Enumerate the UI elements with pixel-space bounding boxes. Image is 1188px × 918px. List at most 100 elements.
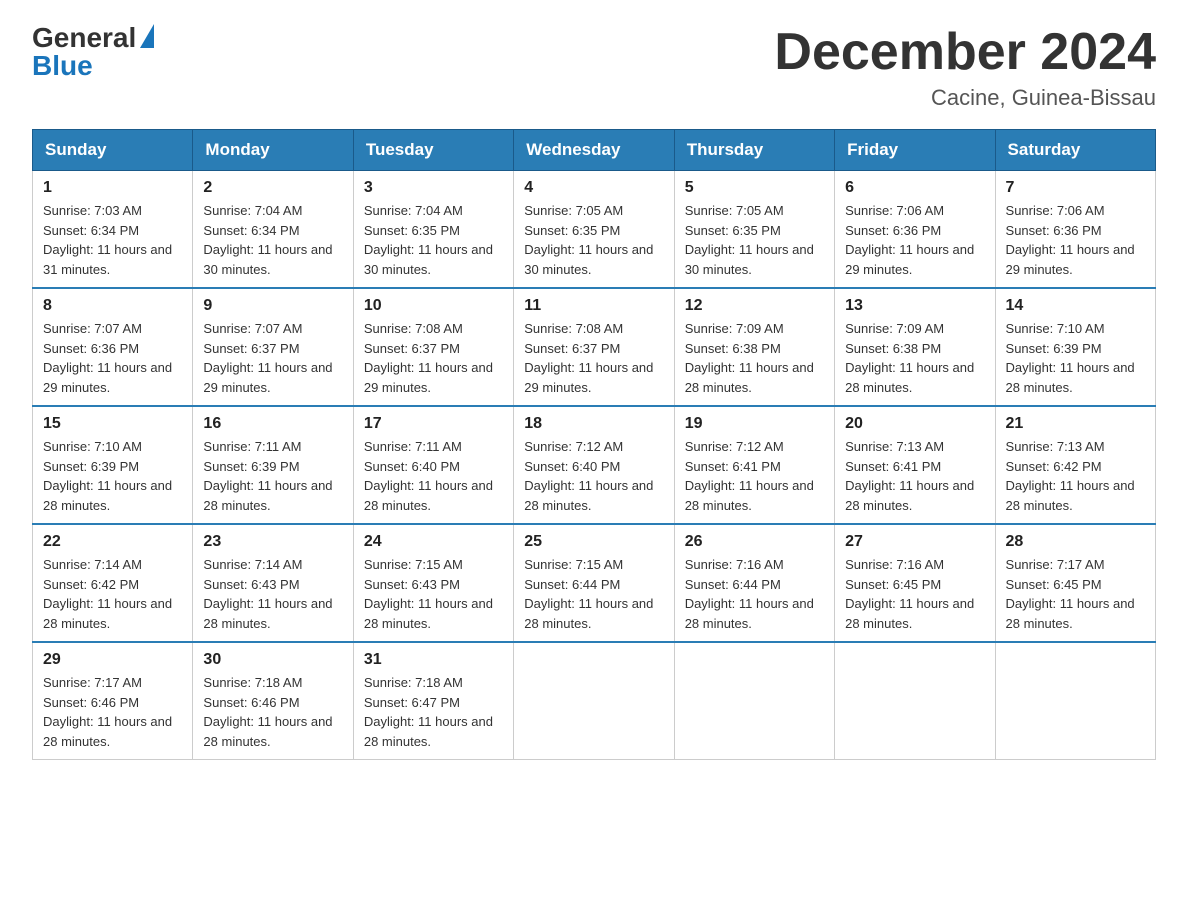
main-title: December 2024	[774, 24, 1156, 81]
day-number: 24	[364, 533, 503, 551]
day-info: Sunrise: 7:15 AM Sunset: 6:43 PM Dayligh…	[364, 555, 503, 633]
day-info: Sunrise: 7:12 AM Sunset: 6:40 PM Dayligh…	[524, 437, 663, 515]
day-number: 27	[845, 533, 984, 551]
day-info: Sunrise: 7:18 AM Sunset: 6:46 PM Dayligh…	[203, 673, 342, 751]
table-row: 11 Sunrise: 7:08 AM Sunset: 6:37 PM Dayl…	[514, 288, 674, 406]
day-info: Sunrise: 7:06 AM Sunset: 6:36 PM Dayligh…	[845, 201, 984, 279]
table-row: 14 Sunrise: 7:10 AM Sunset: 6:39 PM Dayl…	[995, 288, 1155, 406]
table-row: 15 Sunrise: 7:10 AM Sunset: 6:39 PM Dayl…	[33, 406, 193, 524]
day-number: 15	[43, 415, 182, 433]
table-row: 21 Sunrise: 7:13 AM Sunset: 6:42 PM Dayl…	[995, 406, 1155, 524]
table-row: 26 Sunrise: 7:16 AM Sunset: 6:44 PM Dayl…	[674, 524, 834, 642]
day-number: 2	[203, 179, 342, 197]
day-info: Sunrise: 7:10 AM Sunset: 6:39 PM Dayligh…	[43, 437, 182, 515]
col-sunday: Sunday	[33, 130, 193, 171]
day-number: 25	[524, 533, 663, 551]
table-row: 27 Sunrise: 7:16 AM Sunset: 6:45 PM Dayl…	[835, 524, 995, 642]
day-info: Sunrise: 7:11 AM Sunset: 6:40 PM Dayligh…	[364, 437, 503, 515]
day-info: Sunrise: 7:18 AM Sunset: 6:47 PM Dayligh…	[364, 673, 503, 751]
day-info: Sunrise: 7:14 AM Sunset: 6:43 PM Dayligh…	[203, 555, 342, 633]
table-row: 5 Sunrise: 7:05 AM Sunset: 6:35 PM Dayli…	[674, 171, 834, 289]
day-number: 30	[203, 651, 342, 669]
logo: General Blue	[32, 24, 154, 80]
day-info: Sunrise: 7:07 AM Sunset: 6:37 PM Dayligh…	[203, 319, 342, 397]
table-row: 13 Sunrise: 7:09 AM Sunset: 6:38 PM Dayl…	[835, 288, 995, 406]
table-row: 2 Sunrise: 7:04 AM Sunset: 6:34 PM Dayli…	[193, 171, 353, 289]
day-info: Sunrise: 7:04 AM Sunset: 6:35 PM Dayligh…	[364, 201, 503, 279]
day-number: 6	[845, 179, 984, 197]
day-number: 20	[845, 415, 984, 433]
col-friday: Friday	[835, 130, 995, 171]
day-number: 31	[364, 651, 503, 669]
col-wednesday: Wednesday	[514, 130, 674, 171]
day-number: 1	[43, 179, 182, 197]
table-row: 28 Sunrise: 7:17 AM Sunset: 6:45 PM Dayl…	[995, 524, 1155, 642]
day-number: 12	[685, 297, 824, 315]
title-block: December 2024 Cacine, Guinea-Bissau	[774, 24, 1156, 111]
day-number: 17	[364, 415, 503, 433]
day-info: Sunrise: 7:14 AM Sunset: 6:42 PM Dayligh…	[43, 555, 182, 633]
day-number: 9	[203, 297, 342, 315]
day-info: Sunrise: 7:12 AM Sunset: 6:41 PM Dayligh…	[685, 437, 824, 515]
page-header: General Blue December 2024 Cacine, Guine…	[32, 24, 1156, 111]
table-row: 20 Sunrise: 7:13 AM Sunset: 6:41 PM Dayl…	[835, 406, 995, 524]
day-number: 23	[203, 533, 342, 551]
table-row: 4 Sunrise: 7:05 AM Sunset: 6:35 PM Dayli…	[514, 171, 674, 289]
day-info: Sunrise: 7:16 AM Sunset: 6:44 PM Dayligh…	[685, 555, 824, 633]
table-row: 9 Sunrise: 7:07 AM Sunset: 6:37 PM Dayli…	[193, 288, 353, 406]
table-row: 29 Sunrise: 7:17 AM Sunset: 6:46 PM Dayl…	[33, 642, 193, 760]
day-number: 10	[364, 297, 503, 315]
col-tuesday: Tuesday	[353, 130, 513, 171]
day-info: Sunrise: 7:08 AM Sunset: 6:37 PM Dayligh…	[364, 319, 503, 397]
calendar-table: Sunday Monday Tuesday Wednesday Thursday…	[32, 129, 1156, 760]
day-number: 22	[43, 533, 182, 551]
col-thursday: Thursday	[674, 130, 834, 171]
day-info: Sunrise: 7:11 AM Sunset: 6:39 PM Dayligh…	[203, 437, 342, 515]
table-row: 23 Sunrise: 7:14 AM Sunset: 6:43 PM Dayl…	[193, 524, 353, 642]
day-info: Sunrise: 7:17 AM Sunset: 6:46 PM Dayligh…	[43, 673, 182, 751]
day-number: 4	[524, 179, 663, 197]
day-info: Sunrise: 7:07 AM Sunset: 6:36 PM Dayligh…	[43, 319, 182, 397]
table-row: 25 Sunrise: 7:15 AM Sunset: 6:44 PM Dayl…	[514, 524, 674, 642]
col-saturday: Saturday	[995, 130, 1155, 171]
day-info: Sunrise: 7:05 AM Sunset: 6:35 PM Dayligh…	[524, 201, 663, 279]
day-number: 3	[364, 179, 503, 197]
table-row: 3 Sunrise: 7:04 AM Sunset: 6:35 PM Dayli…	[353, 171, 513, 289]
table-row: 17 Sunrise: 7:11 AM Sunset: 6:40 PM Dayl…	[353, 406, 513, 524]
table-row: 16 Sunrise: 7:11 AM Sunset: 6:39 PM Dayl…	[193, 406, 353, 524]
day-info: Sunrise: 7:13 AM Sunset: 6:42 PM Dayligh…	[1006, 437, 1145, 515]
table-row: 30 Sunrise: 7:18 AM Sunset: 6:46 PM Dayl…	[193, 642, 353, 760]
day-info: Sunrise: 7:04 AM Sunset: 6:34 PM Dayligh…	[203, 201, 342, 279]
day-info: Sunrise: 7:17 AM Sunset: 6:45 PM Dayligh…	[1006, 555, 1145, 633]
day-info: Sunrise: 7:06 AM Sunset: 6:36 PM Dayligh…	[1006, 201, 1145, 279]
day-info: Sunrise: 7:09 AM Sunset: 6:38 PM Dayligh…	[845, 319, 984, 397]
day-number: 29	[43, 651, 182, 669]
day-info: Sunrise: 7:08 AM Sunset: 6:37 PM Dayligh…	[524, 319, 663, 397]
day-number: 5	[685, 179, 824, 197]
day-info: Sunrise: 7:13 AM Sunset: 6:41 PM Dayligh…	[845, 437, 984, 515]
day-info: Sunrise: 7:16 AM Sunset: 6:45 PM Dayligh…	[845, 555, 984, 633]
day-number: 18	[524, 415, 663, 433]
table-row: 22 Sunrise: 7:14 AM Sunset: 6:42 PM Dayl…	[33, 524, 193, 642]
table-row: 7 Sunrise: 7:06 AM Sunset: 6:36 PM Dayli…	[995, 171, 1155, 289]
day-number: 13	[845, 297, 984, 315]
table-row	[995, 642, 1155, 760]
day-number: 21	[1006, 415, 1145, 433]
table-row	[674, 642, 834, 760]
col-monday: Monday	[193, 130, 353, 171]
day-info: Sunrise: 7:03 AM Sunset: 6:34 PM Dayligh…	[43, 201, 182, 279]
day-info: Sunrise: 7:10 AM Sunset: 6:39 PM Dayligh…	[1006, 319, 1145, 397]
table-row: 24 Sunrise: 7:15 AM Sunset: 6:43 PM Dayl…	[353, 524, 513, 642]
table-row: 6 Sunrise: 7:06 AM Sunset: 6:36 PM Dayli…	[835, 171, 995, 289]
day-number: 26	[685, 533, 824, 551]
table-row: 31 Sunrise: 7:18 AM Sunset: 6:47 PM Dayl…	[353, 642, 513, 760]
logo-general-text: General	[32, 24, 136, 52]
day-number: 7	[1006, 179, 1145, 197]
calendar-body: 1 Sunrise: 7:03 AM Sunset: 6:34 PM Dayli…	[33, 171, 1156, 760]
day-number: 14	[1006, 297, 1145, 315]
subtitle: Cacine, Guinea-Bissau	[774, 85, 1156, 111]
day-number: 8	[43, 297, 182, 315]
day-info: Sunrise: 7:09 AM Sunset: 6:38 PM Dayligh…	[685, 319, 824, 397]
day-number: 28	[1006, 533, 1145, 551]
day-number: 16	[203, 415, 342, 433]
